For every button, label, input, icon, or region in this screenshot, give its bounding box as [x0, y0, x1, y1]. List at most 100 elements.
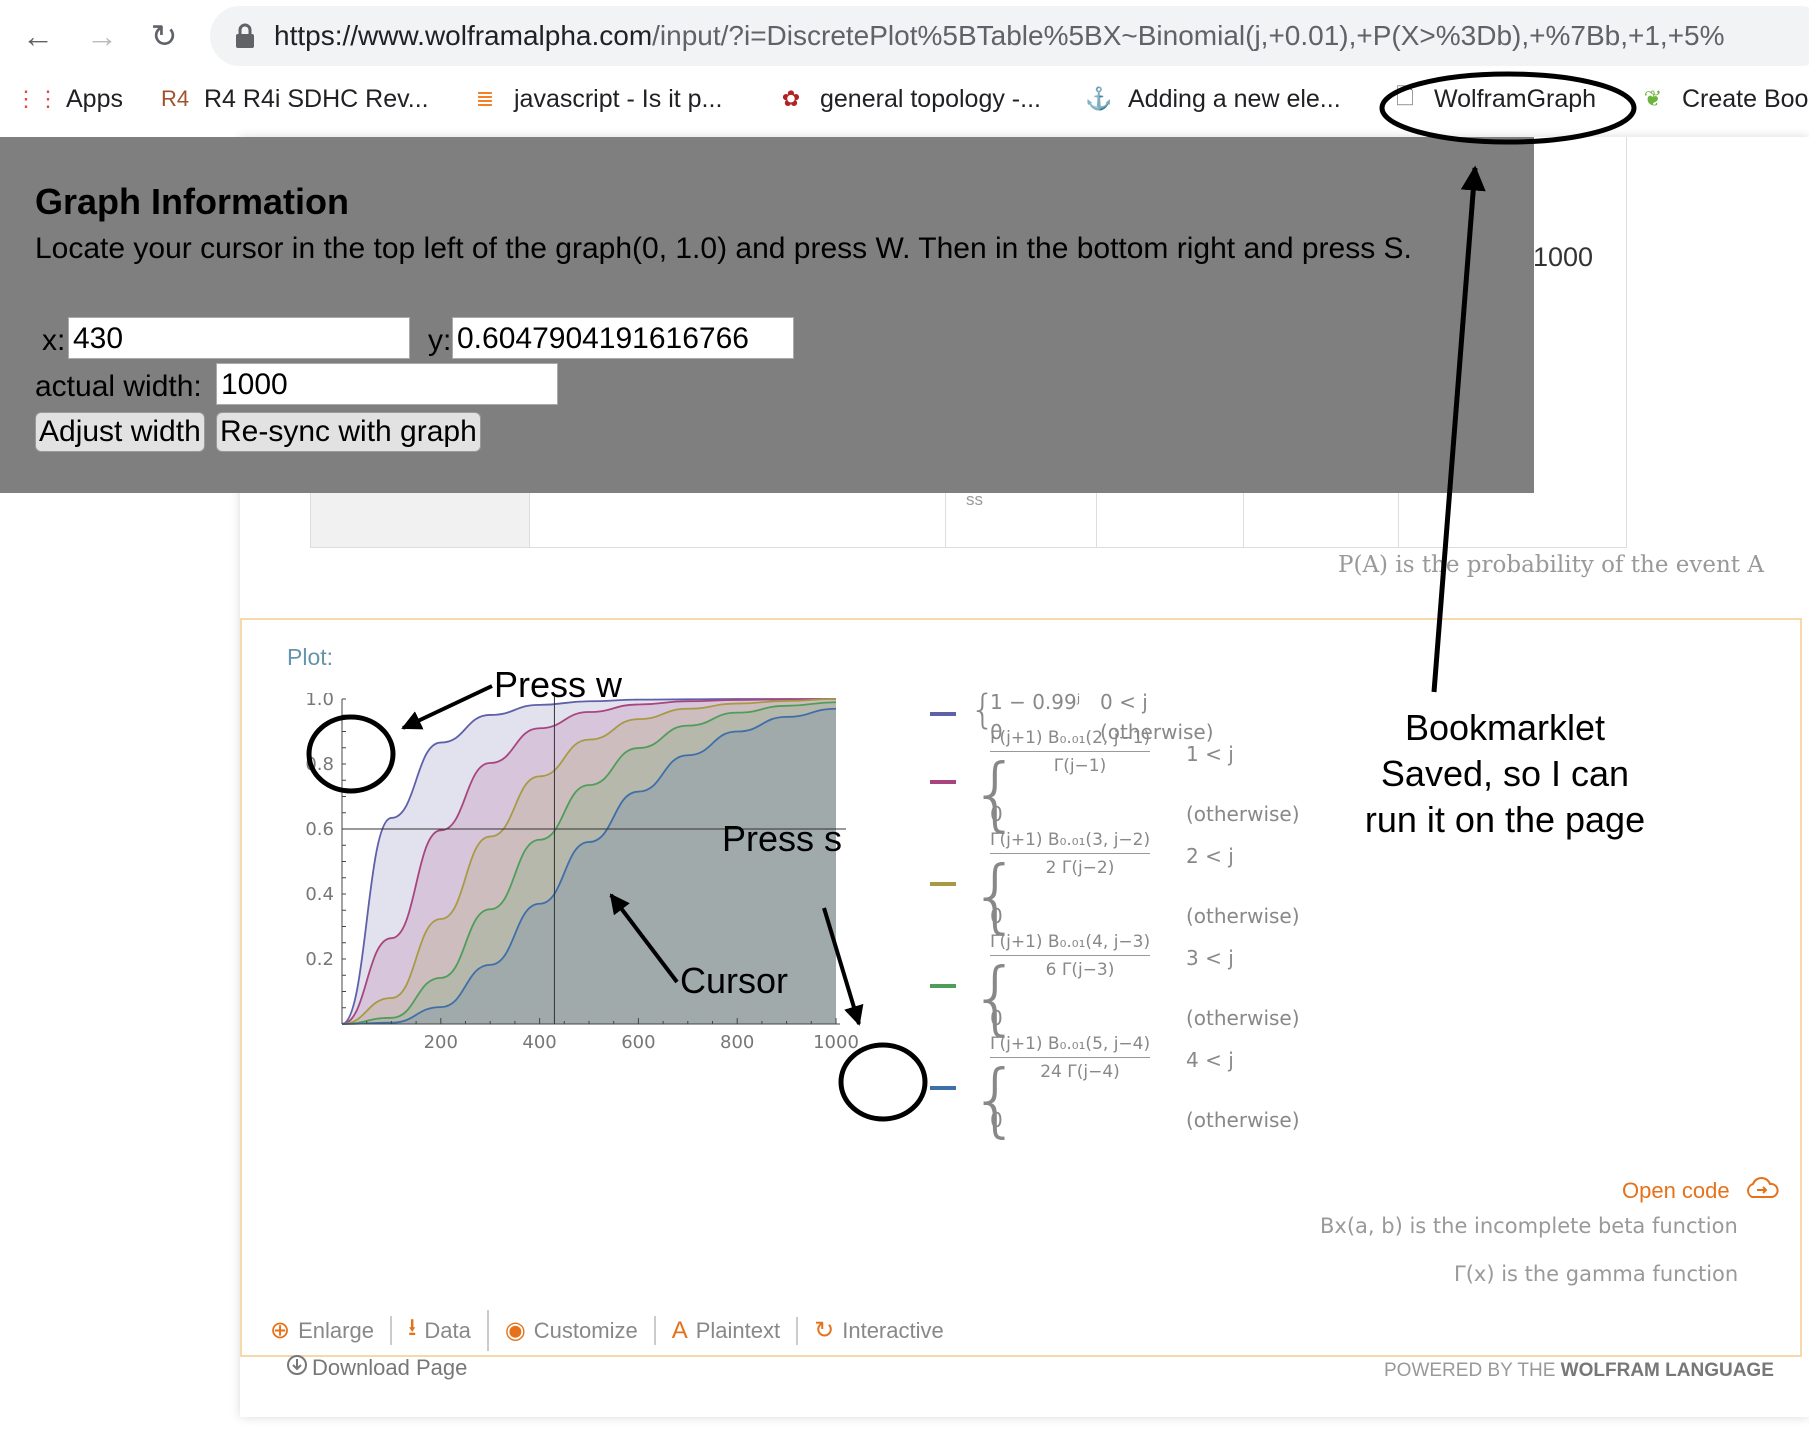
- bookmark-0[interactable]: ⋮⋮ Apps: [15, 74, 123, 124]
- address-bar[interactable]: https://www.wolframalpha.com/input/?i=Di…: [210, 6, 1809, 66]
- r4-logo-icon: R4: [160, 86, 190, 111]
- stackoverflow-icon: ≣: [475, 86, 495, 111]
- forward-button[interactable]: →: [80, 14, 124, 58]
- toolbar-label: Data: [424, 1317, 471, 1343]
- leaf-icon: ❦: [1643, 86, 1663, 111]
- bookmark-1[interactable]: R4 R4 R4i SDHC Rev...: [160, 74, 429, 124]
- y-input[interactable]: 0.6047904191616766: [452, 317, 794, 359]
- probability-note: P(A) is the probability of the event A: [1338, 552, 1764, 578]
- bookmarks-bar: ⋮⋮ Apps R4 R4 R4i SDHC Rev... ≣ javascript - …: [0, 74, 1809, 124]
- toolbar-customize-button[interactable]: ◉ Customize: [489, 1316, 656, 1345]
- toolbar-data-button[interactable]: ⭳ Data: [392, 1310, 489, 1351]
- arrow-left-icon: ←: [22, 17, 54, 54]
- bookmark-label: R4 R4i SDHC Rev...: [204, 84, 429, 113]
- url-text[interactable]: https://www.wolframalpha.com/input/?i=Di…: [274, 20, 1725, 52]
- legend-otherwise: (otherwise): [1186, 904, 1300, 928]
- legend-denominator: 6 Γ(j−3): [1045, 960, 1115, 980]
- toolbar-label: Customize: [533, 1317, 638, 1343]
- panel-title: Graph Information: [35, 181, 349, 222]
- x-tick-label: 400: [522, 1032, 556, 1053]
- browser-chrome: ← → ↻ https://www.wolframalpha.com/input…: [0, 0, 1809, 138]
- magnify-icon: ⊕: [270, 1317, 291, 1344]
- gamma-footnote: Γ(x) is the gamma function: [1454, 1262, 1739, 1286]
- x-input[interactable]: 430: [68, 317, 410, 359]
- bookmarklet-line: run it on the page: [1364, 799, 1646, 840]
- legend-zero: 0: [990, 904, 1003, 928]
- legend-swatch: [930, 712, 956, 716]
- legend-numerator: Γ(j+1) B₀.₀₁(4, j−3): [990, 932, 1151, 956]
- cursor-annotation: Cursor: [680, 960, 789, 1001]
- legend-numerator: Γ(j+1) B₀.₀₁(5, j−4): [990, 1034, 1151, 1058]
- bookmark-label: Adding a new ele...: [1128, 84, 1341, 113]
- y-label: y:: [428, 324, 452, 357]
- y-tick-label: 0.2: [305, 949, 334, 970]
- x-tick-label: 600: [621, 1032, 655, 1053]
- press-w-annotation: Press w: [494, 664, 623, 705]
- legend-otherwise: (otherwise): [1186, 1006, 1300, 1030]
- legend-denominator: 2 Γ(j−2): [1045, 858, 1115, 878]
- resync-graph-button[interactable]: Re-sync with graph: [216, 412, 481, 452]
- bookmark-label: general topology -...: [820, 84, 1041, 113]
- y-tick-label: 0.4: [305, 884, 334, 905]
- reload-icon: ↻: [150, 18, 178, 54]
- legend-swatch: [930, 984, 956, 988]
- anchor-icon: ⚓: [1085, 86, 1113, 111]
- bookmark-label: WolframGraph: [1434, 84, 1597, 113]
- legend-otherwise: (otherwise): [1186, 1108, 1300, 1132]
- bookmarklet-line: Saved, so I can: [1380, 753, 1630, 794]
- toolbar-label: Plaintext: [695, 1317, 781, 1343]
- toolbar-enlarge-button[interactable]: ⊕ Enlarge: [254, 1316, 392, 1345]
- legend-otherwise: (otherwise): [1186, 802, 1300, 826]
- graph-information-panel: Graph Information Locate your cursor in …: [0, 137, 1534, 493]
- legend-condition: 2 < j: [1186, 844, 1234, 868]
- legend-condition: 3 < j: [1186, 946, 1234, 970]
- legend-swatch: [930, 882, 956, 886]
- math-stackexchange-icon: ✿: [781, 86, 801, 111]
- actual-width-input[interactable]: 1000: [216, 363, 558, 405]
- open-code-link[interactable]: Open code: [1622, 1176, 1780, 1206]
- legend-swatch: [930, 1086, 956, 1090]
- table-cell-text: ss: [966, 490, 983, 509]
- interactive-icon: ↻: [814, 1317, 835, 1344]
- legend-zero: 0: [990, 1108, 1003, 1132]
- beta-footnote: Bx(a, b) is the incomplete beta function: [1320, 1214, 1738, 1238]
- x-tick-label: 800: [720, 1032, 754, 1053]
- pod-title: Plot:: [287, 644, 334, 670]
- download-icon: ⭳: [407, 1314, 417, 1341]
- cloud-icon: [1744, 1176, 1780, 1206]
- toolbar-plaintext-button[interactable]: A Plaintext: [656, 1316, 799, 1345]
- text-a-icon: A: [671, 1316, 688, 1344]
- legend-denominator: 24 Γ(j−4): [1040, 1062, 1120, 1082]
- powered-brand: WOLFRAM LANGUAGE: [1560, 1360, 1774, 1381]
- legend-zero: 0: [990, 802, 1003, 826]
- adjust-width-button[interactable]: Adjust width: [35, 412, 205, 452]
- pod-toolbar: ⊕ Enlarge ⭳ Data ◉ Customize A Plaintext ↻ Intera…: [254, 1310, 960, 1351]
- download-page-label: Download Page: [312, 1355, 468, 1380]
- lock-icon: [234, 22, 256, 50]
- bookmark-3[interactable]: ✿ general topology -...: [776, 74, 1041, 124]
- press-s-annotation: Press s: [722, 818, 843, 859]
- bookmark-5[interactable]: 🗋 WolframGraph: [1390, 74, 1596, 124]
- download-page-link[interactable]: Download Page: [286, 1354, 467, 1382]
- download-circle-icon: [286, 1354, 308, 1382]
- bookmarklet-line: Bookmarklet: [1404, 707, 1606, 748]
- y-tick-label: 0.8: [305, 754, 334, 775]
- legend-zero: 0: [990, 1006, 1003, 1030]
- bookmark-2[interactable]: ≣ javascript - Is it p...: [470, 74, 723, 124]
- toolbar-interactive-button[interactable]: ↻ Interactive: [798, 1316, 960, 1345]
- x-label: x:: [42, 324, 66, 357]
- toolbar-label: Enlarge: [298, 1317, 374, 1343]
- bookmark-6[interactable]: ❦ Create Boo: [1638, 74, 1809, 124]
- y-tick-label: 0.6: [305, 819, 334, 840]
- table-value: 1000: [1533, 242, 1594, 272]
- actual-width-label: actual width:: [35, 370, 202, 403]
- back-button[interactable]: ←: [16, 14, 60, 58]
- legend-numerator: Γ(j+1) B₀.₀₁(2, j−1): [990, 728, 1151, 752]
- y-tick-label: 1.0: [305, 693, 334, 710]
- open-code-label: Open code: [1622, 1178, 1730, 1203]
- reload-button[interactable]: ↻: [142, 14, 186, 58]
- bookmark-4[interactable]: ⚓ Adding a new ele...: [1084, 74, 1341, 124]
- bookmarklet-annotation: Bookmarklet Saved, so I can run it on th…: [1360, 705, 1650, 843]
- panel-instruction: Locate your cursor in the top left of th…: [35, 232, 1412, 265]
- palette-icon: ◉: [504, 1317, 526, 1344]
